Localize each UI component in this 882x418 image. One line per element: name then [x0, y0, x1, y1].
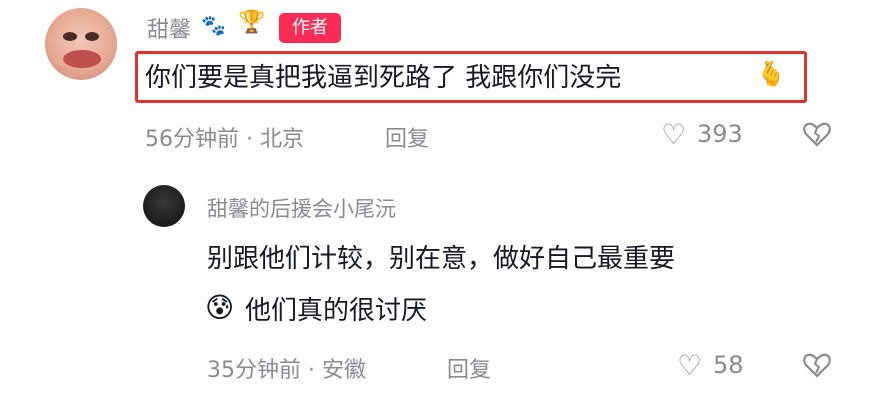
reply-avatar[interactable]: [143, 185, 185, 227]
reply-text-line1: 别跟他们计较，别在意，做好自己最重要: [207, 244, 676, 274]
reply-username[interactable]: 甜馨的后援会小尾沅: [207, 193, 396, 223]
reply-time: 35分钟前: [207, 358, 301, 383]
heart-icon[interactable]: ♡: [661, 118, 686, 151]
author-badge: 作者: [279, 13, 341, 43]
avatar-mouth: [63, 50, 101, 68]
reply-reply-button[interactable]: 回复: [447, 352, 491, 384]
paw-icon: 🐾: [201, 13, 226, 37]
reply-like-count: 58: [713, 351, 744, 379]
comment-time: 56分钟前: [145, 127, 239, 152]
like-count: 393: [697, 120, 743, 148]
broken-heart-svg: [803, 122, 831, 147]
comment-text: 你们要是真把我逼到死路了 我跟你们没完: [145, 63, 622, 93]
avatar[interactable]: [45, 8, 117, 80]
separator-dot: ·: [308, 358, 322, 383]
reply-meta: 35分钟前 · 安徽: [207, 352, 366, 384]
reply-text-line2: 他们真的很讨厌: [245, 296, 428, 326]
trophy-icon: 🏆: [238, 10, 266, 35]
finger-heart-emoji-icon: 🫰: [756, 60, 786, 88]
reply-button[interactable]: 回复: [385, 121, 429, 153]
avatar-eye: [63, 32, 77, 41]
comment-location: 北京: [260, 127, 305, 152]
separator-dot: ·: [246, 127, 260, 152]
broken-heart-svg: [803, 353, 831, 378]
comment-username[interactable]: 甜馨: [147, 12, 191, 44]
heart-icon[interactable]: ♡: [677, 349, 702, 382]
avatar-eye: [85, 32, 99, 41]
comment-meta: 56分钟前 · 北京: [145, 121, 304, 153]
cry-emoji-icon: 😰: [205, 291, 235, 324]
broken-heart-icon[interactable]: [802, 119, 832, 156]
reply-location: 安徽: [322, 358, 367, 383]
broken-heart-icon[interactable]: [802, 350, 832, 387]
